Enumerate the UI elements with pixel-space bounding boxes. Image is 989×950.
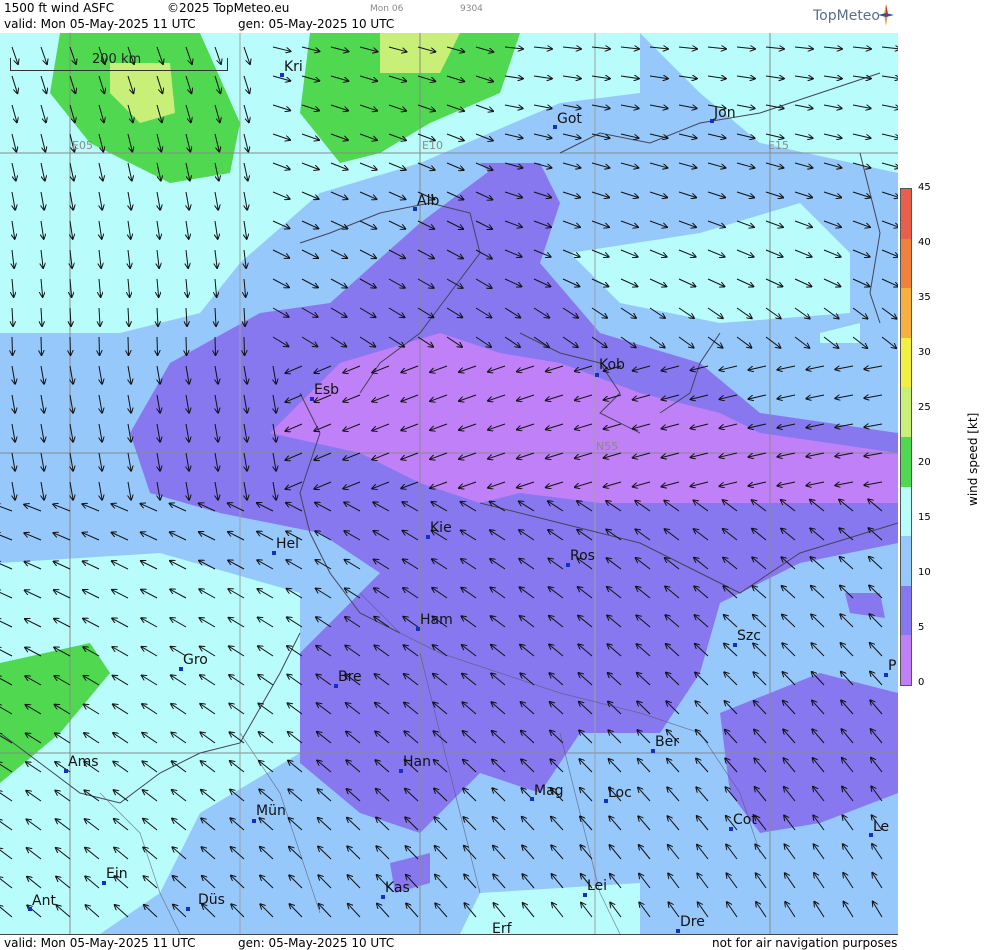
grid-label-e05: E05	[72, 139, 93, 152]
legend-tick-label: 35	[918, 292, 931, 303]
legend-tick-label: 15	[918, 512, 931, 523]
legend-tick-label: 5	[918, 622, 925, 633]
city-label[interactable]: Lei	[587, 878, 607, 894]
city-label[interactable]: Kri	[284, 59, 303, 75]
city-label[interactable]: P	[888, 658, 896, 674]
city-label[interactable]: Cot	[733, 812, 757, 828]
legend-tick-label: 0	[918, 677, 925, 688]
city-dot	[186, 907, 190, 911]
city-label[interactable]: Dre	[680, 914, 705, 930]
wind-field-svg	[0, 33, 898, 934]
wind-arrow	[128, 336, 129, 355]
city-label[interactable]: Ein	[106, 866, 128, 882]
legend-color-segment	[901, 486, 911, 537]
city-label[interactable]: Kob	[599, 357, 625, 373]
city-dot	[252, 819, 256, 823]
city-label[interactable]: Got	[557, 111, 582, 127]
city-label[interactable]: Düs	[198, 892, 225, 908]
footer-valid: valid: Mon 05-May-2025 11 UTC	[4, 936, 196, 950]
topmeteo-logo: TopMeteo	[813, 8, 880, 24]
city-label[interactable]: Gro	[183, 652, 208, 668]
wind-map[interactable]: 200 km E05 E10 E15 N55 Kri Got Jon Alb K…	[0, 33, 899, 934]
legend-color-segment	[901, 337, 911, 388]
city-label[interactable]: Ber	[655, 734, 679, 750]
copyright-text: ©2025 TopMeteo.eu	[167, 1, 290, 15]
city-label[interactable]: Mag	[534, 783, 564, 799]
legend-title: wind speed [kt]	[966, 412, 980, 506]
wind-arrow	[12, 336, 13, 355]
legend-color-segment	[901, 288, 911, 338]
city-label[interactable]: Ham	[420, 612, 453, 628]
legend-color-segment	[901, 437, 911, 487]
scale-label: 200 km	[92, 52, 142, 67]
legend-tick-label: 40	[918, 237, 931, 248]
code-small: 9304	[460, 4, 483, 14]
footer-bar: valid: Mon 05-May-2025 11 UTC gen: 05-Ma…	[0, 934, 898, 950]
city-label[interactable]: Le	[873, 819, 889, 835]
date-small: Mon 06	[370, 4, 404, 14]
grid-label-e15: E15	[768, 139, 789, 152]
footer-disclaimer: not for air navigation purposes	[712, 936, 898, 950]
footer-gen: gen: 05-May-2025 10 UTC	[238, 936, 395, 950]
legend-color-segment	[901, 189, 911, 239]
legend-tick-label: 20	[918, 457, 931, 468]
legend-colorbar	[900, 188, 912, 686]
city-label[interactable]: Ams	[68, 754, 99, 770]
legend-tick-label: 45	[918, 182, 931, 193]
city-label[interactable]: Jon	[714, 105, 736, 121]
city-label[interactable]: Bre	[338, 669, 362, 685]
chart-title: 1500 ft wind ASFC	[4, 1, 115, 15]
wind-arrow	[215, 336, 216, 355]
wind-arrow	[41, 336, 42, 355]
valid-time: valid: Mon 05-May-2025 11 UTC	[4, 17, 196, 31]
city-label[interactable]: Kie	[430, 520, 452, 536]
wind-arrow	[186, 336, 187, 355]
wind-arrow	[157, 336, 158, 355]
wind-arrow	[99, 336, 100, 355]
city-label[interactable]: Loc	[608, 785, 632, 801]
city-label[interactable]: Ros	[570, 548, 595, 564]
city-label[interactable]: Esb	[314, 382, 339, 398]
wind-arrow	[244, 336, 245, 355]
city-label[interactable]: Ant	[32, 893, 56, 909]
legend-color-segment	[901, 585, 911, 636]
compass-logo-icon	[878, 4, 894, 26]
city-label[interactable]: Han	[403, 754, 431, 770]
city-label[interactable]: Alb	[417, 193, 439, 209]
city-dot	[595, 373, 599, 377]
legend-tick-label: 30	[918, 347, 931, 358]
city-label[interactable]: Mün	[256, 803, 286, 819]
city-label[interactable]: Szc	[737, 628, 761, 644]
legend-color-segment	[901, 387, 911, 437]
legend-tick-label: 10	[918, 567, 931, 578]
grid-label-e10: E10	[422, 139, 443, 152]
city-label[interactable]: Erf	[492, 921, 512, 934]
header-bar: 1500 ft wind ASFC ©2025 TopMeteo.eu Mon …	[0, 0, 898, 34]
gen-time: gen: 05-May-2025 10 UTC	[238, 17, 395, 31]
wind-arrow	[70, 336, 71, 355]
city-label[interactable]: Kas	[385, 880, 410, 896]
legend-color-segment	[901, 238, 911, 289]
city-label[interactable]: Hel	[276, 536, 299, 552]
legend-tick-label: 25	[918, 402, 931, 413]
grid-label-n55: N55	[596, 440, 619, 453]
legend-color-segment	[901, 635, 911, 685]
legend-color-segment	[901, 536, 911, 586]
